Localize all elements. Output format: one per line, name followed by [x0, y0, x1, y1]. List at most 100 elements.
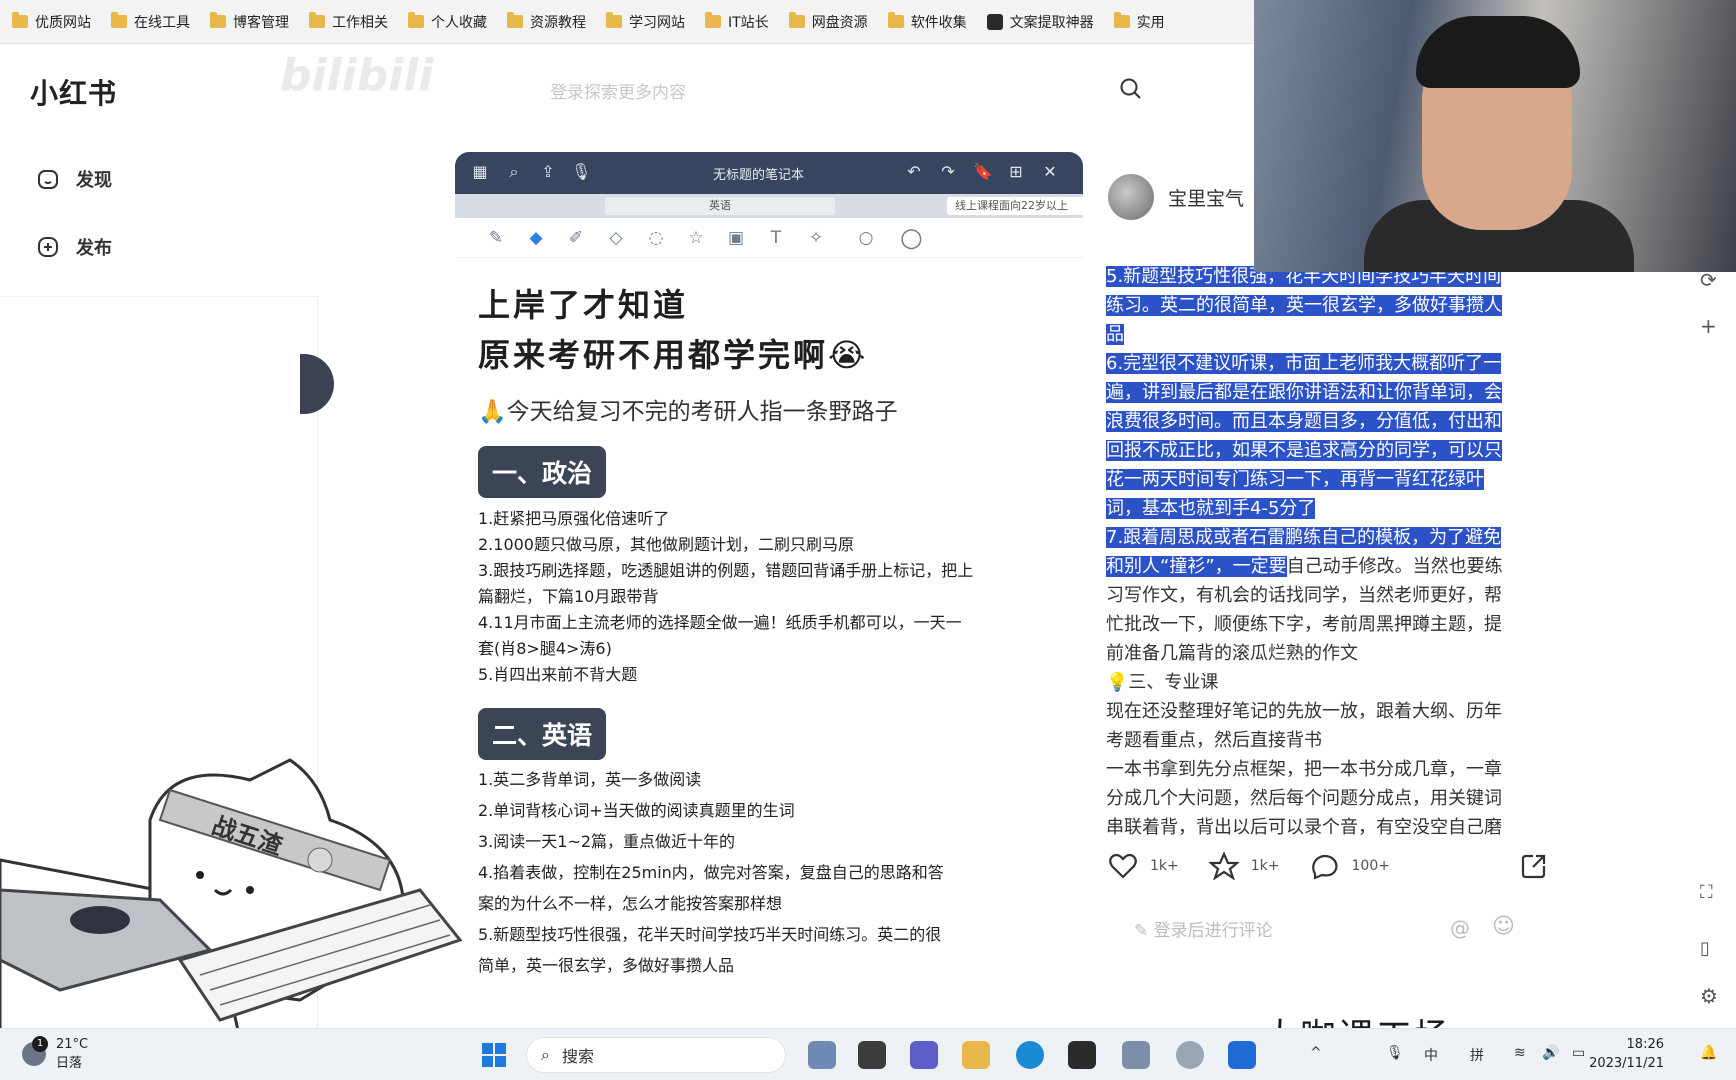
microphone-icon[interactable]: 🎙 — [1386, 1045, 1404, 1061]
avatar[interactable] — [1108, 174, 1154, 220]
post-author[interactable]: 宝里宝气 — [1108, 174, 1244, 220]
volume-icon[interactable]: 🔊 — [1542, 1045, 1559, 1061]
add-page-icon[interactable]: ⊞ — [1007, 163, 1025, 181]
bookmark-item[interactable]: 学习网站 — [606, 12, 685, 32]
bookmark-label: 软件收集 — [910, 14, 967, 31]
notepad-icon[interactable] — [1122, 1041, 1150, 1069]
app-icon-4[interactable] — [1176, 1041, 1204, 1069]
bookmark-item[interactable]: IT站长 — [705, 12, 769, 32]
folder-icon — [606, 12, 622, 28]
bookmark-icon[interactable]: 🔖 — [973, 163, 993, 181]
site-logo[interactable]: 小红书 — [30, 72, 117, 112]
capture-icon[interactable]: ⛶ — [1700, 882, 1713, 903]
search-box[interactable]: 登录探索更多内容 — [530, 66, 1130, 110]
nav-publish-label: 发布 — [76, 238, 112, 259]
nav-discover-label: 发现 — [76, 170, 112, 191]
close-icon[interactable]: ✕ — [1041, 163, 1059, 181]
share-icon[interactable] — [1520, 852, 1548, 880]
add-icon[interactable]: + — [1700, 314, 1717, 338]
color-circle-icon[interactable]: ○ — [855, 227, 877, 249]
taskbar-search[interactable]: ⌕ 搜索 — [526, 1037, 786, 1073]
folder-icon — [12, 12, 28, 28]
author-name[interactable]: 宝里宝气 — [1168, 184, 1244, 211]
highlighter-icon[interactable]: ✐ — [565, 227, 587, 249]
list-item: 案的为什么不一样，怎么才能按答案那样想 — [478, 894, 783, 913]
bookmark-label: IT站长 — [728, 14, 769, 31]
bookmark-item[interactable]: 优质网站 — [12, 12, 91, 32]
pen-icon[interactable]: ✎ — [485, 227, 507, 249]
bookmark-item[interactable]: 网盘资源 — [788, 12, 868, 32]
collect-button[interactable]: 1k+ — [1208, 852, 1280, 880]
battery-icon[interactable]: ▭ — [1572, 1045, 1585, 1061]
redo-icon[interactable]: ↷ — [939, 163, 957, 181]
drawing-toolbar: ✎ ◆ ✐ ◇ ◌ ☆ ▣ T ✧ ○ ○ — [455, 218, 1083, 258]
list-item: 3.跟技巧刷选择题，吃透腿姐讲的例题，错题回背诵手册上标记，把上 — [478, 561, 974, 580]
search-icon[interactable]: ⌕ — [505, 163, 523, 181]
side-panel-toggle[interactable] — [300, 354, 334, 414]
nav-discover[interactable]: 发现 — [36, 166, 112, 192]
grid-icon[interactable]: ▦ — [471, 163, 489, 181]
bookmark-item[interactable]: 实用 — [1113, 12, 1165, 32]
ime-pinyin[interactable]: 拼 — [1470, 1045, 1484, 1065]
text-line: 分成几个大问题，然后每个问题分成点，用关键词 — [1106, 788, 1502, 809]
bookmark-item[interactable]: 工作相关 — [309, 12, 388, 32]
app-icon-1[interactable] — [808, 1041, 836, 1069]
sidebar-icon[interactable]: ▯ — [1700, 938, 1710, 959]
cloud-icon: 1 — [22, 1036, 48, 1066]
tab-course[interactable]: 线上课程面向22岁以上 — [947, 197, 1087, 215]
eraser-icon[interactable]: ◆ — [525, 227, 547, 249]
tab-english[interactable]: 英语 — [605, 197, 835, 215]
search-placeholder: 登录探索更多内容 — [550, 83, 686, 103]
highlighted-partial: 和别人“撞衫”，一定要 — [1106, 556, 1287, 577]
presenter-hair — [1416, 16, 1580, 88]
highlighted-line: 词，基本也就到手4-5分了 — [1106, 498, 1316, 519]
clock-date: 2023/11/21 — [1589, 1056, 1664, 1071]
comment-input[interactable]: ✎ 登录后进行评论 — [1134, 916, 1273, 941]
bookmark-item[interactable]: 个人收藏 — [408, 12, 487, 32]
like-button[interactable]: 1k+ — [1108, 852, 1179, 880]
app-icon — [986, 13, 1003, 30]
emoji-icon[interactable]: ☺ — [1492, 914, 1515, 939]
gear-icon[interactable]: ⚙ — [1700, 984, 1718, 1008]
clock[interactable]: 18:26 2023/11/21 — [1589, 1035, 1664, 1073]
at-icon[interactable]: @ — [1450, 916, 1470, 940]
sticker-icon[interactable]: ☆ — [685, 227, 707, 249]
bookmark-label: 博客管理 — [233, 14, 289, 31]
edge-icon[interactable] — [1016, 1041, 1044, 1069]
share-icon[interactable]: ⇪ — [539, 163, 557, 181]
note-content: 上岸了才知道 原来考研不用都学完啊😭 🙏今天给复习不完的考研人指一条野路子 一、… — [478, 280, 1078, 981]
app-icon-2[interactable] — [858, 1041, 886, 1069]
shapes-icon[interactable]: ◇ — [605, 227, 627, 249]
list-item: 4.11月市面上主流老师的选择题全做一遍！纸质手机都可以，一天一 — [478, 613, 962, 632]
file-explorer-icon[interactable] — [962, 1041, 990, 1069]
weather-widget[interactable]: 1 21°C 日落 — [22, 1036, 89, 1071]
undo-icon[interactable]: ↶ — [905, 163, 923, 181]
nav-publish[interactable]: 发布 — [36, 234, 112, 260]
app-icon-5[interactable] — [1228, 1041, 1256, 1069]
text-line: 串联着背，背出以后可以录个音，有空没空自己磨 — [1106, 817, 1502, 838]
image-icon[interactable]: ▣ — [725, 227, 747, 249]
lasso-icon[interactable]: ◌ — [645, 227, 667, 249]
bookmark-item[interactable]: 资源教程 — [507, 12, 586, 32]
notebook-title[interactable]: 无标题的笔记本 — [713, 164, 804, 183]
microphone-icon[interactable]: 🎙 — [571, 163, 591, 181]
wifi-icon[interactable]: ≋ — [1514, 1045, 1526, 1061]
bookmark-item[interactable]: 软件收集 — [887, 12, 967, 32]
search-icon[interactable] — [1118, 76, 1144, 102]
app-icon-3[interactable] — [1068, 1041, 1096, 1069]
chevron-up-icon[interactable]: ^ — [1310, 1045, 1322, 1061]
notification-bell-icon[interactable]: 🔔 — [1700, 1045, 1717, 1061]
notebook-tabs: 英语 线上课程面向22岁以上 — [455, 194, 1087, 218]
ime-mode[interactable]: 中 — [1424, 1045, 1438, 1065]
text-box-icon[interactable]: T — [765, 227, 787, 249]
bookmark-item[interactable]: 在线工具 — [111, 12, 190, 32]
magic-wand-icon[interactable]: ✧ — [805, 227, 827, 249]
bookmark-item[interactable]: 文案提取神器 — [986, 12, 1094, 32]
windows-start-icon[interactable] — [482, 1043, 506, 1067]
weather-temp: 21°C — [56, 1037, 89, 1052]
comment-button[interactable]: 100+ — [1310, 852, 1390, 880]
bookmark-item[interactable]: 博客管理 — [210, 12, 289, 32]
teams-icon[interactable] — [910, 1041, 938, 1069]
color-circle-large-icon[interactable]: ○ — [900, 225, 923, 251]
text-line: 习写作文，有机会的话找同学，当然老师更好，帮 — [1106, 585, 1502, 606]
